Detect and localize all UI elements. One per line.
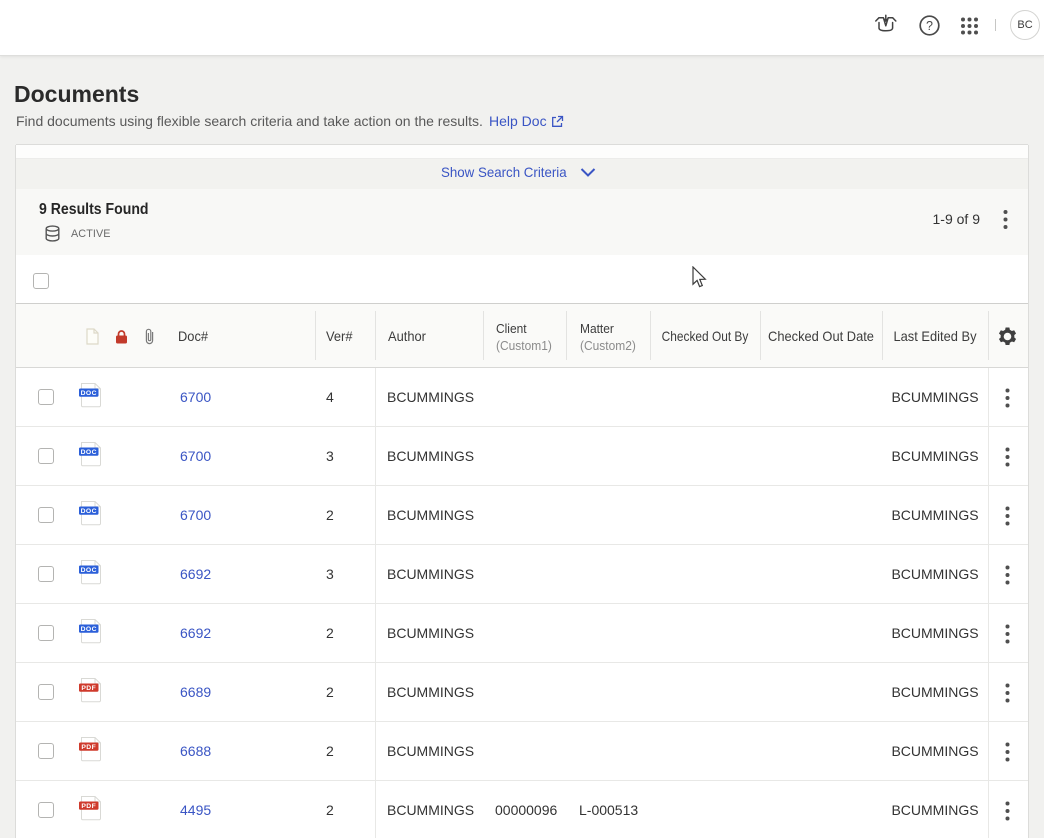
svg-text:PDF: PDF (81, 685, 96, 692)
svg-text:DOC: DOC (81, 567, 97, 574)
svg-text:DOC: DOC (81, 390, 97, 397)
svg-text:?: ? (926, 19, 933, 33)
svg-text:DOC: DOC (81, 626, 97, 633)
svg-text:PDF: PDF (81, 803, 96, 810)
svg-text:PDF: PDF (81, 744, 96, 751)
svg-text:DOC: DOC (81, 449, 97, 456)
svg-text:DOC: DOC (81, 508, 97, 515)
